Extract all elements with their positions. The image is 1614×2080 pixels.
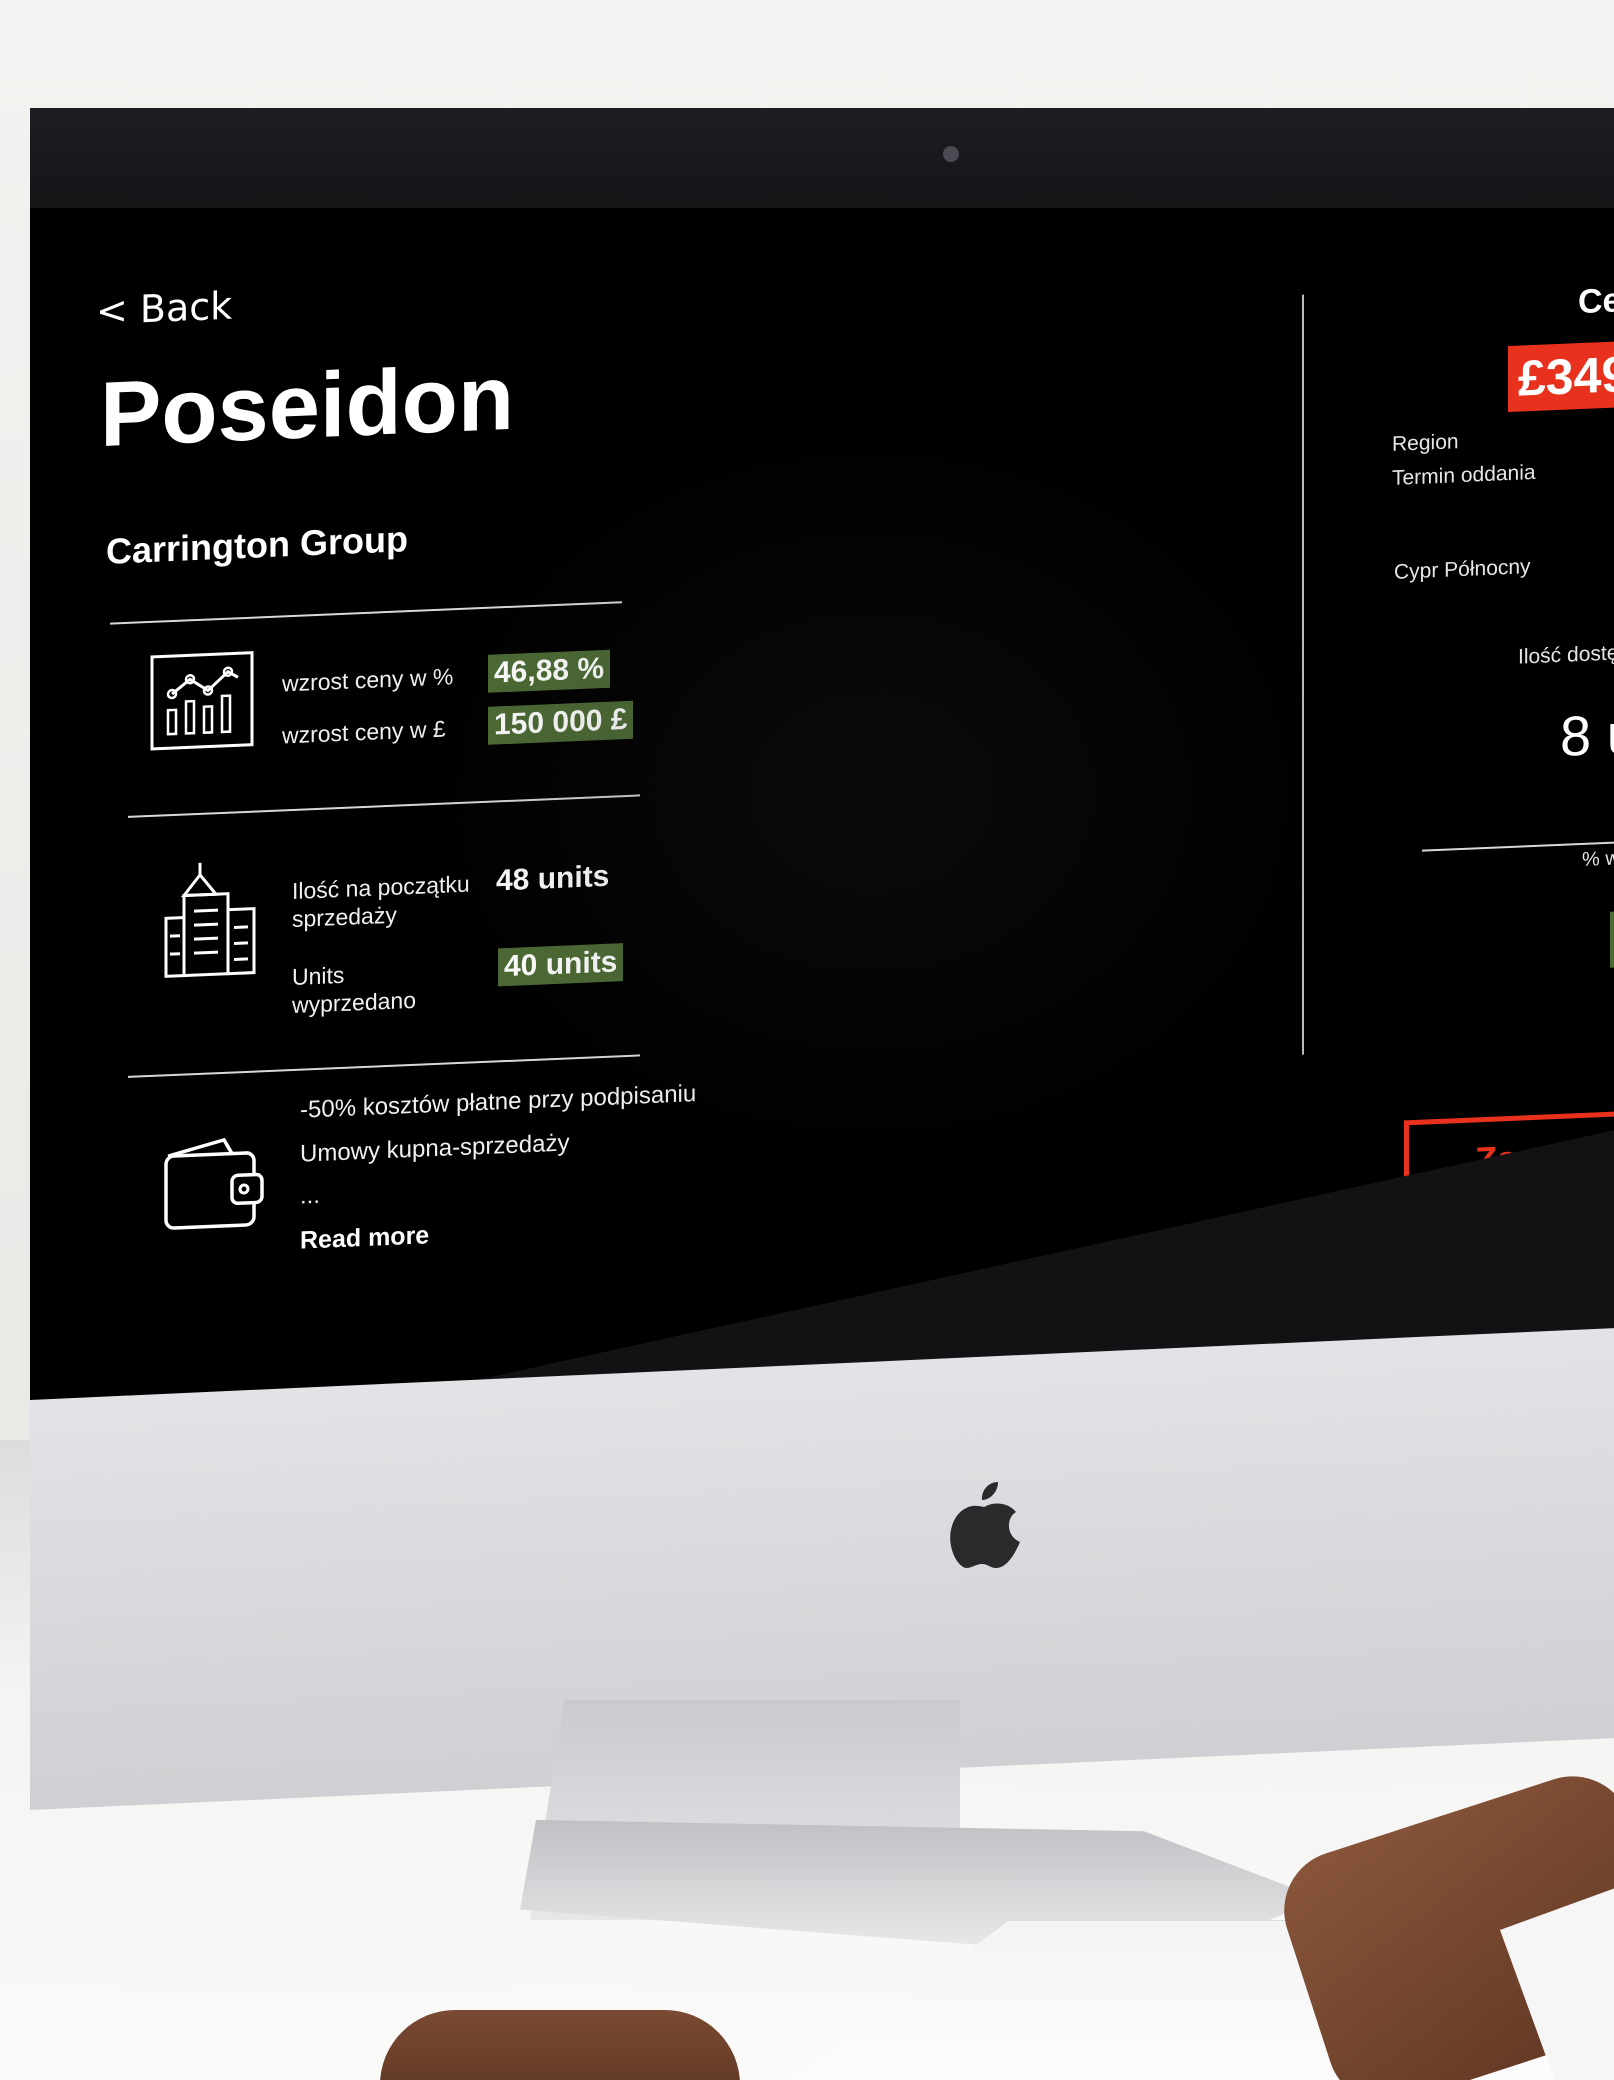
webcam-icon: [943, 146, 959, 162]
developer-name: Carrington Group: [106, 518, 408, 572]
delivery-date-label: Termin oddania: [1392, 460, 1536, 490]
cost-info-ellipsis: ...: [300, 1181, 321, 1210]
available-units-label: Ilość dostęp: [1518, 640, 1614, 669]
building-icon: [162, 858, 258, 983]
region-label: Region: [1392, 430, 1459, 456]
price-growth-gbp-value: 150 000 £: [488, 700, 634, 745]
cost-info-line-1: -50% kosztów płatne przy podpisaniu: [300, 1080, 697, 1124]
units-sold-value: 40 units: [498, 943, 624, 987]
wallet-icon: [162, 1132, 266, 1237]
units-at-start-value: 48 units: [496, 859, 610, 898]
percent-sold-badge: [1610, 910, 1614, 968]
price-growth-percent-label: wzrost ceny w %: [282, 663, 454, 697]
cost-info-line-2: Umowy kupna-sprzedaży: [300, 1129, 570, 1168]
column-separator: [1302, 294, 1304, 1055]
section-divider: [110, 601, 622, 625]
available-units-value: 8 u: [1560, 701, 1614, 768]
units-at-start-label: Ilość na początku sprzedaży: [292, 870, 470, 933]
section-divider: [128, 1054, 640, 1078]
price-growth-gbp-label: wzrost ceny w £: [282, 715, 446, 749]
section-divider: [128, 794, 640, 818]
price-growth-percent-value: 46,88 %: [488, 649, 611, 693]
page-title: Poseidon: [100, 346, 515, 467]
region-value: Cypr Północny: [1394, 555, 1531, 584]
price-heading: Cena: [1578, 279, 1614, 322]
photo-scene: < Back Poseidon Carrington Group wzrost …: [0, 0, 1614, 2080]
back-link[interactable]: < Back: [96, 284, 232, 334]
percent-sold-label: % w: [1582, 847, 1614, 871]
price-value: £349: [1508, 340, 1614, 413]
chart-growth-icon: [150, 651, 254, 756]
units-sold-label: Units wyprzedano: [292, 961, 417, 1019]
apple-logo-icon: [948, 1478, 1024, 1570]
monitor-top-bezel: [30, 108, 1614, 208]
read-more-link[interactable]: Read more: [300, 1221, 429, 1255]
left-hand: [380, 2010, 740, 2080]
